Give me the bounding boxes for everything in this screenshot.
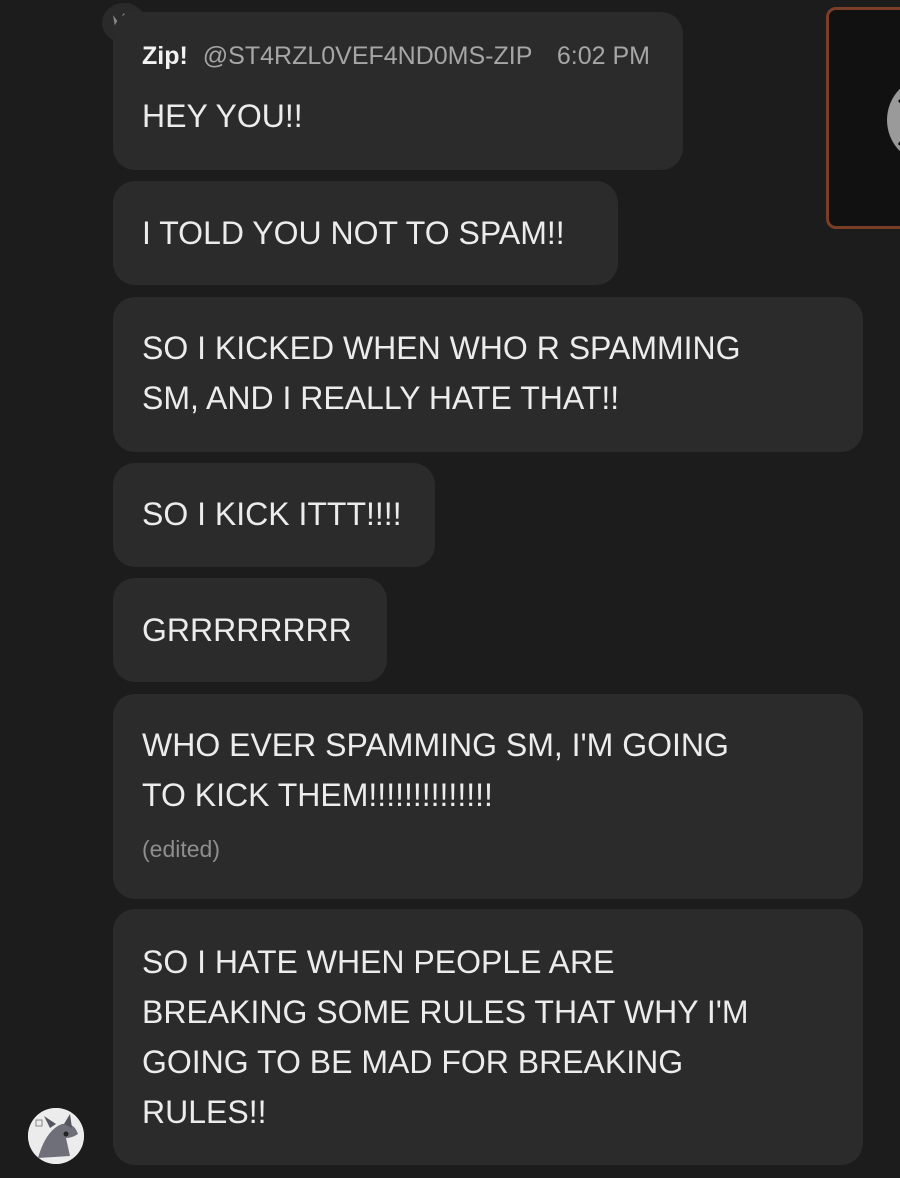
message-line: SM, AND I REALLY HATE THAT!! <box>142 380 620 416</box>
message-line: GRRRRRRRR <box>142 612 352 648</box>
message-line: TO KICK THEM!!!!!!!!!!!!!! <box>142 777 493 813</box>
message-line: BREAKING SOME RULES THAT WHY I'M <box>142 994 749 1030</box>
message-line: GOING TO BE MAD FOR BREAKING <box>142 1044 684 1080</box>
message-timestamp: 6:02 PM <box>556 42 651 70</box>
message-line: I TOLD YOU NOT TO SPAM!! <box>142 215 565 251</box>
message-line: HEY YOU!! <box>142 98 303 134</box>
message-bubble[interactable]: SO I KICKED WHEN WHO R SPAMMING SM, AND … <box>113 297 863 452</box>
author-name[interactable]: Zip! <box>142 42 188 70</box>
message-text: SO I HATE WHEN PEOPLE ARE BREAKING SOME … <box>142 937 749 1137</box>
message-bubble[interactable]: SO I HATE WHEN PEOPLE ARE BREAKING SOME … <box>113 909 863 1165</box>
message-text: I TOLD YOU NOT TO SPAM!! <box>142 208 565 258</box>
message-bubble[interactable]: I TOLD YOU NOT TO SPAM!! <box>113 181 618 285</box>
edited-label: (edited) <box>142 836 220 862</box>
message-text: SO I KICK ITTT!!!! <box>142 489 402 539</box>
message-bubble[interactable]: GRRRRRRRR <box>113 578 387 682</box>
message-bubble[interactable]: WHO EVER SPAMMING SM, I'M GOING TO KICK … <box>113 694 863 899</box>
author-handle[interactable]: @ST4RZL0VEF4ND0MS-ZIP <box>203 42 532 70</box>
avatar[interactable] <box>28 1108 84 1164</box>
attached-image-thumbnail[interactable] <box>826 7 900 229</box>
message-line: WHO EVER SPAMMING SM, I'M GOING <box>142 727 729 763</box>
message-line: SO I HATE WHEN PEOPLE ARE <box>142 944 615 980</box>
message-bubble[interactable]: Zip! @ST4RZL0VEF4ND0MS-ZIP 6:02 PM HEY Y… <box>113 12 683 170</box>
message-text: HEY YOU!! <box>142 91 303 141</box>
message-text: WHO EVER SPAMMING SM, I'M GOING TO KICK … <box>142 720 729 820</box>
message-line: RULES!! <box>142 1094 267 1130</box>
message-text: GRRRRRRRR <box>142 605 352 655</box>
message-line: SO I KICKED WHEN WHO R SPAMMING <box>142 330 741 366</box>
message-text: SO I KICKED WHEN WHO R SPAMMING SM, AND … <box>142 323 741 423</box>
message-line: SO I KICK ITTT!!!! <box>142 496 402 532</box>
message-bubble[interactable]: SO I KICK ITTT!!!! <box>113 463 435 567</box>
message-header: Zip! @ST4RZL0VEF4ND0MS-ZIP 6:02 PM <box>142 42 650 71</box>
